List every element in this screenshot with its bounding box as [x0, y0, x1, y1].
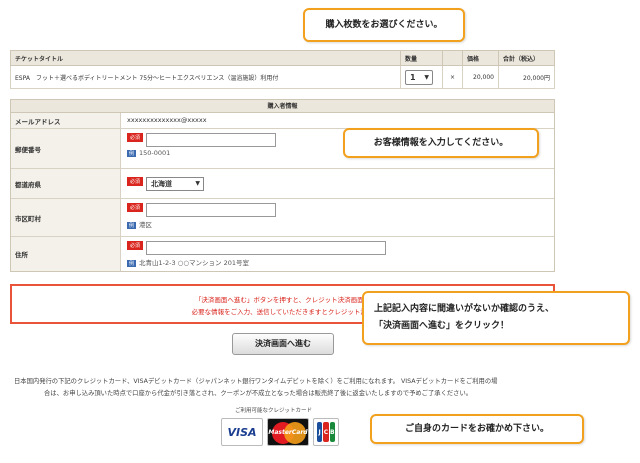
confirm-callout: 上記記入内容に間違いがないか確認のうえ、 「決済画面へ進む」をクリック！ — [362, 291, 630, 345]
address-label: 住所 — [11, 237, 121, 271]
prefecture-label: 都道府県 — [11, 169, 121, 198]
chevron-down-icon: ▼ — [195, 180, 201, 187]
city-label: 市区町村 — [11, 199, 121, 236]
ticket-table: チケットタイトル 数量 価格 合計（税込） ESPA フット＋選べるボディトリー… — [10, 50, 555, 89]
quantity-value: 1 — [410, 72, 416, 82]
header-quantity: 数量 — [400, 50, 443, 66]
visa-logo: VISA — [221, 418, 263, 446]
example-badge: 例 — [127, 222, 137, 229]
quantity-select[interactable]: 1 ▼ — [405, 69, 433, 85]
required-badge: 必須 — [127, 177, 144, 186]
ticket-price: 20,000 — [462, 65, 499, 89]
ticket-row: ESPA フット＋選べるボディトリートメント 75分～ヒートエクスペリエンス（温… — [10, 65, 555, 89]
card-callout: ご自身のカードをお確かめ下さい。 — [370, 414, 584, 444]
header-price: 価格 — [462, 50, 499, 66]
quantity-cell: 1 ▼ — [400, 65, 443, 89]
example-badge: 例 — [127, 260, 137, 267]
header-total: 合計（税込） — [498, 50, 555, 66]
jcb-logo: J C B — [313, 418, 339, 446]
postal-label: 郵便番号 — [11, 129, 121, 168]
email-value: xxxxxxxxxxxxxx@xxxxx — [127, 116, 207, 124]
city-row: 市区町村 必須 例港区 — [11, 199, 554, 237]
required-badge: 必須 — [127, 241, 144, 250]
address-row: 住所 必須 例北青山1-2-3 ○○マンション 201号室 — [11, 237, 554, 271]
chevron-down-icon: ▼ — [424, 73, 429, 81]
cards-label: ご利用可能なクレジットカード — [235, 408, 313, 414]
times-sign: × — [442, 65, 463, 89]
prefecture-select[interactable]: 北海道 ▼ — [146, 177, 205, 191]
proceed-to-payment-button[interactable]: 決済画面へ進む — [232, 333, 334, 355]
city-example: 例港区 — [127, 221, 153, 229]
required-badge: 必須 — [127, 133, 144, 142]
city-input[interactable] — [146, 203, 277, 217]
address-example: 例北青山1-2-3 ○○マンション 201号室 — [127, 259, 249, 267]
address-input[interactable] — [146, 241, 387, 255]
prefecture-row: 都道府県 必須 北海道 ▼ — [11, 169, 554, 199]
quantity-callout: 購入枚数をお選びください。 — [303, 8, 465, 42]
mastercard-logo: MasterCard — [267, 418, 309, 446]
card-logos: VISA MasterCard J C B — [221, 418, 339, 446]
required-badge: 必須 — [127, 203, 144, 212]
example-badge: 例 — [127, 150, 137, 157]
buyer-info-heading: 購入者情報 — [11, 100, 554, 113]
ticket-title: ESPA フット＋選べるボディトリートメント 75分～ヒートエクスペリエンス（温… — [10, 65, 401, 89]
buyer-info-form: 購入者情報 メールアドレス xxxxxxxxxxxxxx@xxxxx 郵便番号 … — [10, 99, 555, 272]
header-ticket-title: チケットタイトル — [10, 50, 401, 66]
footer-text: 日本国内発行の下記のクレジットカード、VISAデビットカード（ジャパンネット銀行… — [0, 376, 580, 400]
email-label: メールアドレス — [11, 113, 121, 128]
footer-line-1: 日本国内発行の下記のクレジットカード、VISAデビットカード（ジャパンネット銀行… — [14, 378, 498, 385]
email-row: メールアドレス xxxxxxxxxxxxxx@xxxxx — [11, 113, 554, 129]
footer-line-2: 合は、お申し込み頂いた時点で口座から代金が引き落とされ、クーポンが不成立となった… — [44, 390, 473, 397]
postal-code-input[interactable] — [146, 133, 277, 147]
info-callout: お客様情報を入力してください。 — [343, 128, 539, 158]
ticket-total: 20,000円 — [498, 65, 555, 89]
header-blank — [442, 50, 463, 66]
ticket-header-row: チケットタイトル 数量 価格 合計（税込） — [10, 50, 555, 66]
